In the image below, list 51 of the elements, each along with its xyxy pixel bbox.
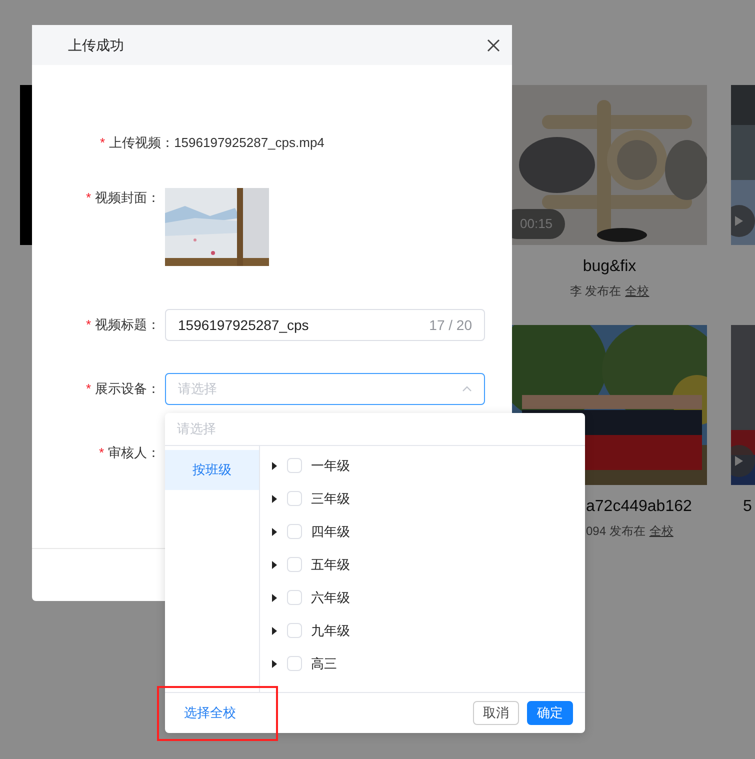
video-title: bug&fix xyxy=(582,257,638,277)
field-label: 视频封面： xyxy=(95,189,160,207)
option-label: 一年级 xyxy=(311,456,350,475)
scope-link[interactable]: 全校 xyxy=(649,522,674,540)
checkbox[interactable] xyxy=(287,656,302,671)
field-label: 展示设备： xyxy=(95,380,160,398)
checkbox[interactable] xyxy=(287,623,302,638)
expand-arrow-icon[interactable] xyxy=(272,626,277,634)
file-name: 1596197925287_cps.mp4 xyxy=(174,134,324,152)
required-mark: * xyxy=(100,134,106,152)
required-mark: * xyxy=(86,380,91,398)
expand-arrow-icon[interactable] xyxy=(272,560,277,568)
duration-badge: 00:15 xyxy=(512,209,565,239)
option-label: 高三 xyxy=(311,654,337,673)
required-mark: * xyxy=(98,444,104,462)
select-all-link[interactable]: 选择全校 xyxy=(184,703,473,723)
checkbox[interactable] xyxy=(287,557,302,572)
expand-arrow-icon[interactable] xyxy=(272,494,277,502)
option-label: 三年级 xyxy=(311,490,350,508)
play-icon xyxy=(735,456,743,466)
publisher-text: 李 发布在 xyxy=(570,283,622,300)
option-label: 九年级 xyxy=(311,622,350,640)
option-label: 四年级 xyxy=(311,522,350,541)
required-mark: * xyxy=(86,316,91,334)
expand-arrow-icon[interactable] xyxy=(272,528,277,536)
dialog-title: 上传成功 xyxy=(68,36,125,54)
play-icon xyxy=(735,216,743,226)
option-label: 六年级 xyxy=(311,588,350,607)
video-title: 5 xyxy=(742,497,753,517)
expand-arrow-icon[interactable] xyxy=(272,462,277,470)
video-title: a72c449ab162 xyxy=(585,497,693,517)
title-input[interactable]: 1596197925287_cps 17 / 20 xyxy=(165,309,485,341)
char-counter: 17 / 20 xyxy=(429,316,472,334)
expand-arrow-icon[interactable] xyxy=(272,660,277,668)
field-label: 审核人： xyxy=(108,444,160,462)
confirm-button[interactable]: 确定 xyxy=(527,701,573,725)
checkbox[interactable] xyxy=(287,590,302,605)
expand-arrow-icon[interactable] xyxy=(272,594,277,602)
field-label: 上传视频： xyxy=(109,134,174,152)
scope-link[interactable]: 全校 xyxy=(625,282,650,300)
publisher-text: 094 发布在 xyxy=(586,523,646,540)
close-icon[interactable] xyxy=(487,38,500,52)
checkbox[interactable] xyxy=(287,491,302,506)
option-label: 五年级 xyxy=(311,556,350,574)
chevron-icon xyxy=(462,386,472,392)
cancel-button[interactable]: 取消 xyxy=(473,701,519,725)
field-label: 视频标题： xyxy=(95,316,160,334)
checkbox[interactable] xyxy=(287,524,302,539)
required-mark: * xyxy=(86,189,91,207)
group-item[interactable]: 按班级 xyxy=(165,450,259,490)
checkbox[interactable] xyxy=(287,458,302,473)
